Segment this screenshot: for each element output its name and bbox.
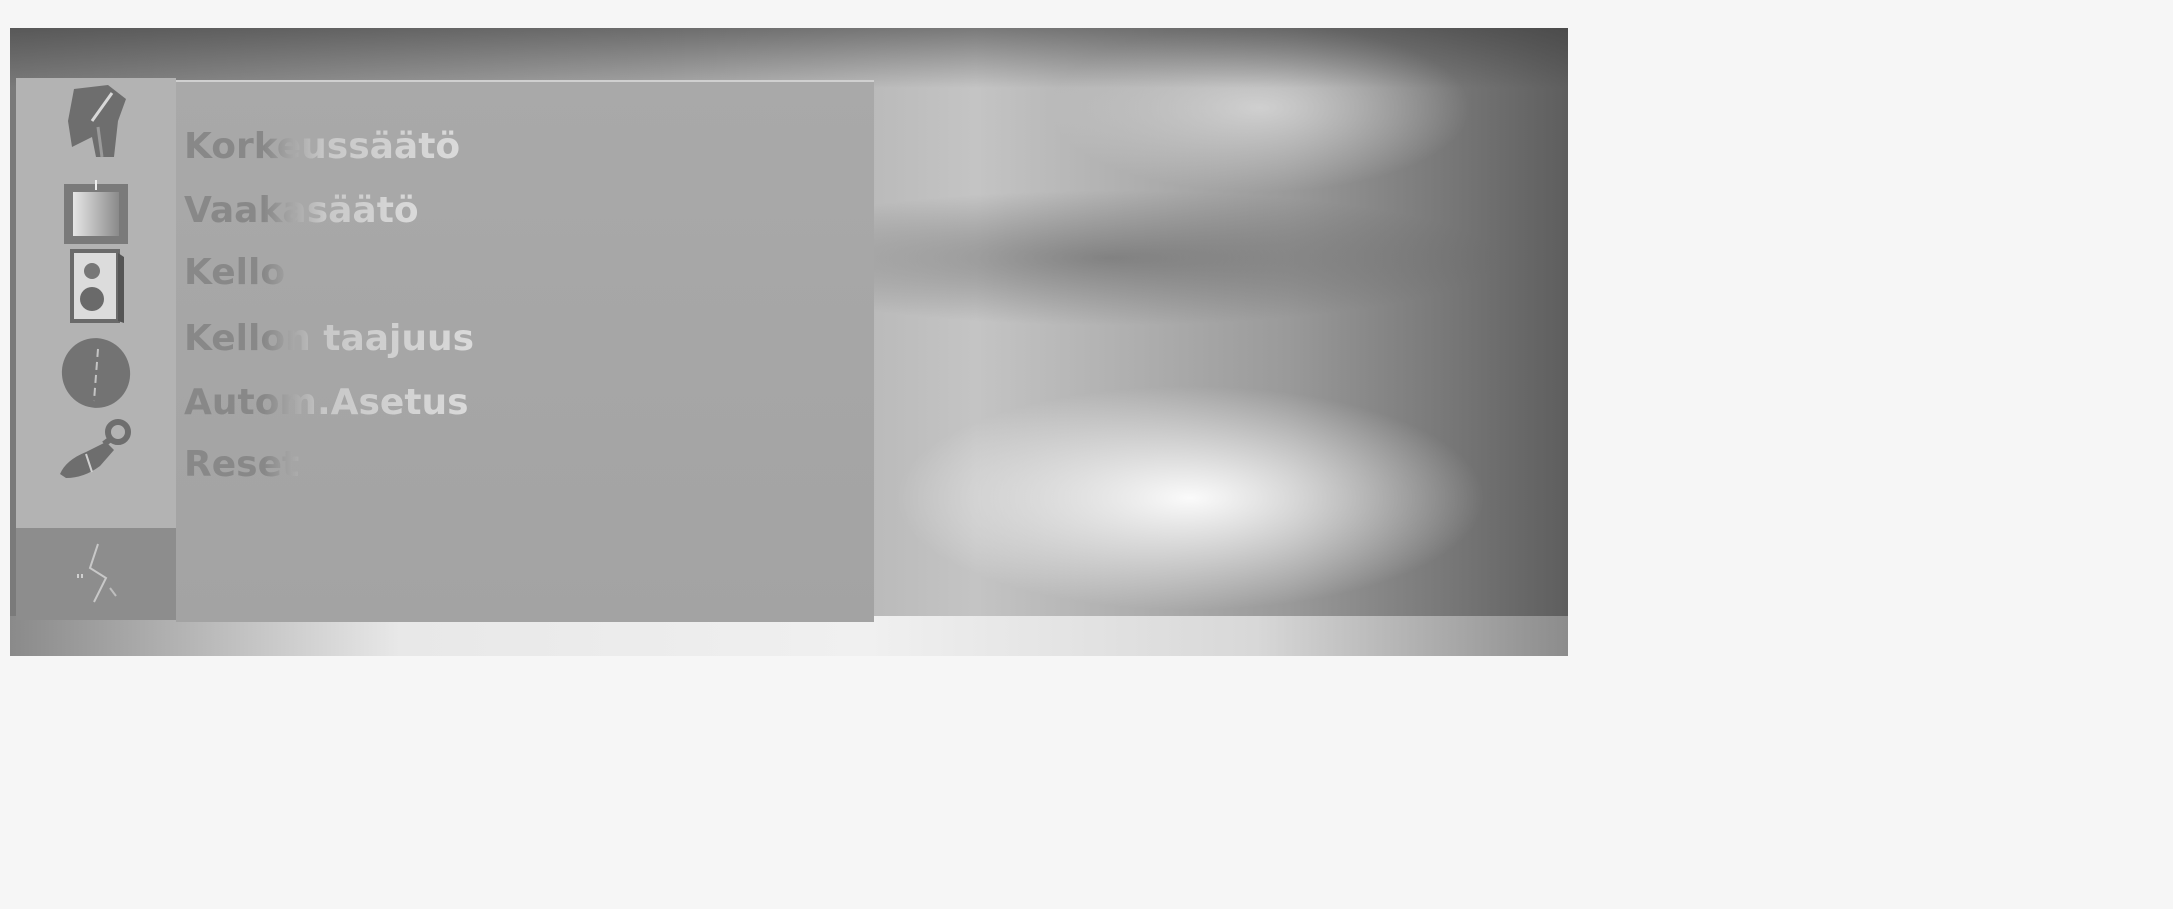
icon-rail-selected [16,528,176,620]
menu-item-kello[interactable]: Kello [184,248,285,298]
satellite-dish-icon[interactable] [16,85,176,158]
osd-screen: Korkeussäätö Vaakasäätö Kello Kellon taa… [10,28,1568,656]
menu-item-vaakasaato[interactable]: Vaakasäätö [184,186,419,236]
screen-top-shade [10,28,1568,88]
menu-item-kellon-taajuus[interactable]: Kellon taajuus [184,314,474,364]
menu-item-autom-asetus[interactable]: Autom.Asetus [184,378,469,428]
speaker-icon[interactable] [16,249,176,323]
screen-bottom-glow [10,616,1568,656]
menu-item-reset[interactable]: Reset [184,440,299,490]
menu-item-korkeussaato[interactable]: Korkeussäätö [184,122,460,172]
clock-icon[interactable] [16,338,176,408]
picture-frame-icon[interactable] [16,180,176,244]
settings-menu: Korkeussäätö Vaakasäätö Kello Kellon taa… [176,80,874,622]
screen-adjust-icon[interactable] [16,542,176,604]
key-icon[interactable] [16,418,176,480]
icon-rail [16,78,176,528]
